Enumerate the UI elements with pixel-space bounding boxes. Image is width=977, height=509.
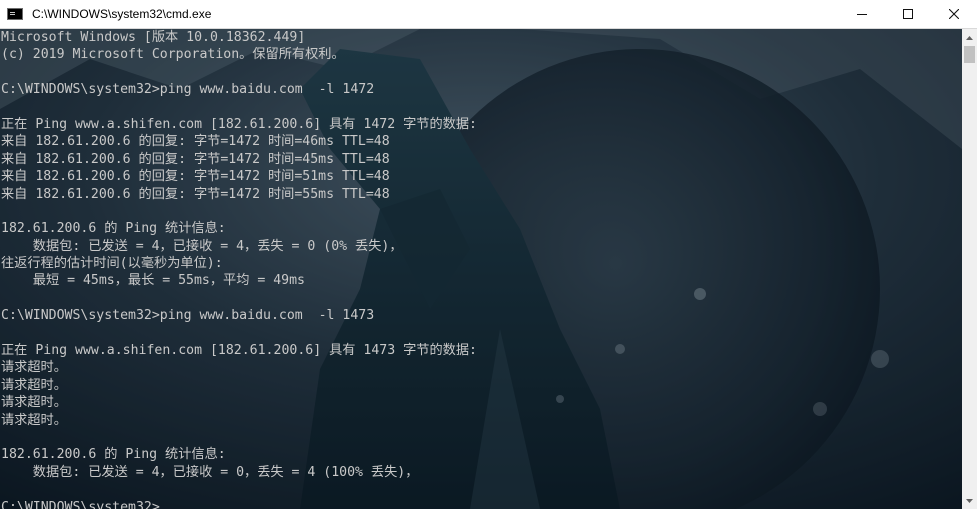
console-line: 请求超时。 bbox=[1, 395, 67, 411]
console-line: C:\WINDOWS\system32>ping www.baidu.com -… bbox=[1, 308, 375, 324]
prompt-text: C:\WINDOWS\system32> bbox=[1, 499, 160, 509]
minimize-icon bbox=[857, 14, 867, 15]
console-line: 请求超时。 bbox=[1, 377, 67, 393]
scroll-thumb[interactable] bbox=[964, 46, 975, 63]
minimize-button[interactable] bbox=[839, 0, 885, 29]
console-line: 最短 = 45ms，最长 = 55ms，平均 = 49ms bbox=[1, 273, 305, 289]
console-output: Microsoft Windows [版本 10.0.18362.449] (c)… bbox=[0, 29, 477, 509]
maximize-icon bbox=[903, 9, 913, 19]
console-line: 来自 182.61.200.6 的回复: 字节=1472 时间=45ms TTL… bbox=[1, 151, 390, 167]
command-prompt[interactable]: C:\WINDOWS\system32> bbox=[1, 499, 477, 509]
console-app-icon bbox=[7, 8, 23, 20]
console-line: 请求超时。 bbox=[1, 412, 67, 428]
console-line: 182.61.200.6 的 Ping 统计信息: bbox=[1, 221, 226, 237]
close-button[interactable] bbox=[931, 0, 977, 29]
window-title: C:\WINDOWS\system32\cmd.exe bbox=[32, 7, 212, 21]
console-line: (c) 2019 Microsoft Corporation。保留所有权利。 bbox=[1, 47, 345, 63]
close-icon bbox=[949, 9, 959, 19]
console-line: 数据包: 已发送 = 4，已接收 = 4，丢失 = 0 (0% 丢失)， bbox=[1, 238, 403, 254]
console-line: 来自 182.61.200.6 的回复: 字节=1472 时间=55ms TTL… bbox=[1, 186, 390, 202]
console-line: 往返行程的估计时间(以毫秒为单位): bbox=[1, 256, 223, 272]
console-line: 来自 182.61.200.6 的回复: 字节=1472 时间=46ms TTL… bbox=[1, 134, 390, 150]
scroll-down-arrow-icon[interactable] bbox=[962, 492, 977, 509]
console-line: 数据包: 已发送 = 4，已接收 = 0，丢失 = 4 (100% 丢失)， bbox=[1, 464, 419, 480]
maximize-button[interactable] bbox=[885, 0, 931, 29]
console-area[interactable]: Microsoft Windows [版本 10.0.18362.449] (c)… bbox=[0, 29, 962, 509]
console-line: 正在 Ping www.a.shifen.com [182.61.200.6] … bbox=[1, 116, 477, 132]
console-line: 正在 Ping www.a.shifen.com [182.61.200.6] … bbox=[1, 343, 477, 359]
console-line: 182.61.200.6 的 Ping 统计信息: bbox=[1, 447, 226, 463]
console-line: 请求超时。 bbox=[1, 360, 67, 376]
console-line: Microsoft Windows [版本 10.0.18362.449] bbox=[1, 30, 306, 45]
vertical-scrollbar[interactable] bbox=[962, 29, 977, 509]
cmd-window: C:\WINDOWS\system32\cmd.exe Microsoft Wi… bbox=[0, 0, 977, 509]
console-line: C:\WINDOWS\system32>ping www.baidu.com -… bbox=[1, 82, 375, 98]
scroll-up-arrow-icon[interactable] bbox=[962, 29, 977, 46]
console-line: 来自 182.61.200.6 的回复: 字节=1472 时间=51ms TTL… bbox=[1, 169, 390, 185]
title-bar[interactable]: C:\WINDOWS\system32\cmd.exe bbox=[0, 0, 977, 29]
